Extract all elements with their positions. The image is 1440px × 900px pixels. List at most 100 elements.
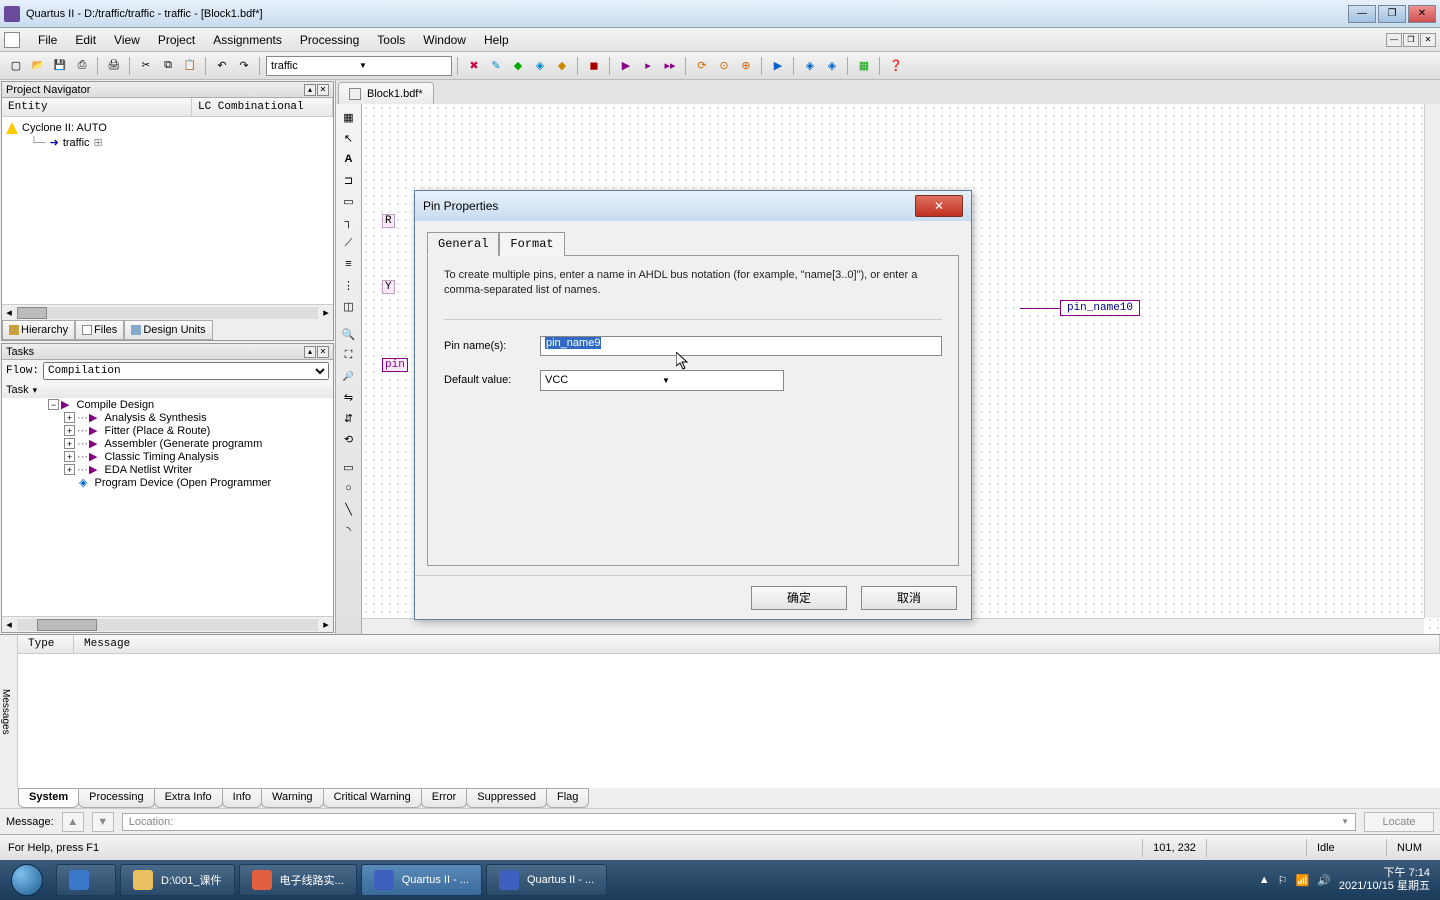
project-combo[interactable]: traffic ▼ [266,56,452,76]
tb-icon-11[interactable]: ▶ [768,56,788,76]
save-all-button[interactable]: ⎙ [72,56,92,76]
mtab-error[interactable]: Error [421,788,467,808]
open-button[interactable] [28,56,48,76]
vt-symbol-icon[interactable]: ⊐ [339,171,359,189]
tb-icon-13[interactable]: ◈ [822,56,842,76]
start-button[interactable] [0,860,54,900]
pin-r[interactable]: R [382,214,395,228]
tab-design-units[interactable]: Design Units [124,320,212,340]
col-message[interactable]: Message [74,635,1440,653]
task-header[interactable]: Task ▾ [2,382,333,398]
flow-select[interactable]: Compilation [43,362,329,380]
tb-icon-4[interactable]: ◈ [530,56,550,76]
tab-files[interactable]: Files [75,320,124,340]
dialog-close-button[interactable]: ✕ [915,195,963,217]
tray-volume-icon[interactable]: 🔊 [1317,874,1331,887]
maximize-button[interactable]: ❐ [1378,5,1406,23]
vt-diag-icon[interactable]: ⟋ [339,234,359,252]
vt-line-icon[interactable]: ╲ [339,500,359,518]
vt-fit-icon[interactable]: ⛶ [339,346,359,364]
tab-block1[interactable]: Block1.bdf* [338,82,434,104]
tb-icon-12[interactable]: ◈ [800,56,820,76]
new-button[interactable] [6,56,26,76]
paste-button[interactable] [180,56,200,76]
panel-close-icon[interactable]: ✕ [317,84,329,96]
compile-button[interactable]: ▶ [616,56,636,76]
tb-icon-1[interactable]: ✖ [464,56,484,76]
taskbar-item-explorer[interactable] [56,864,116,896]
canvas-vscroll[interactable] [1424,104,1440,618]
tb-icon-14[interactable]: ▦ [854,56,874,76]
vt-find-icon[interactable]: 🔎 [339,367,359,385]
vt-bus-icon[interactable]: ≡ [339,255,359,273]
tb-icon-6[interactable]: ▸ [638,56,658,76]
cancel-button[interactable]: 取消 [861,586,957,610]
vt-rect-icon[interactable]: ▭ [339,192,359,210]
vt-ortho-icon[interactable]: ┐ [339,213,359,231]
vt-zoom-icon[interactable]: 🔍 [339,325,359,343]
vt-flip-h-icon[interactable]: ⇋ [339,388,359,406]
vt-conduit-icon[interactable]: ⋮ [339,276,359,294]
tasks-hscroll[interactable]: ◂ ▸ [2,616,333,632]
menu-tools[interactable]: Tools [369,30,413,50]
msg-next-button[interactable]: ▼ [92,812,114,832]
taskbar-item-folder[interactable]: D:\001_课件 [120,864,235,896]
col-lc[interactable]: LC Combinational [192,98,333,116]
task-tree[interactable]: −▶ Compile Design +⋯▶ Analysis & Synthes… [2,398,333,616]
mtab-system[interactable]: System [18,788,79,808]
tab-hierarchy[interactable]: Hierarchy [2,320,75,340]
tb-icon-8[interactable]: ⟳ [692,56,712,76]
mtab-critical[interactable]: Critical Warning [323,788,422,808]
mdi-restore[interactable]: ❐ [1403,33,1419,47]
tray-network-icon[interactable]: 📶 [1295,874,1309,887]
mtab-info[interactable]: Info [222,788,262,808]
vt-oval-icon[interactable]: ○ [339,479,359,497]
tb-icon-10[interactable]: ⊕ [736,56,756,76]
pin-name-input[interactable]: pin_name9 [540,336,942,356]
pin-y[interactable]: Y [382,280,395,294]
mtab-extra[interactable]: Extra Info [154,788,223,808]
menu-assignments[interactable]: Assignments [205,30,290,50]
nav-tree[interactable]: Cyclone II: AUTO └─ ➜ traffic ⊞ [2,117,333,304]
dialog-tab-format[interactable]: Format [499,232,564,256]
menu-edit[interactable]: Edit [67,30,104,50]
tray-clock[interactable]: 下午 7:14 2021/10/15 星期五 [1339,867,1430,893]
help-button[interactable]: ❓ [886,56,906,76]
mtab-warning[interactable]: Warning [261,788,324,808]
tray-flag-icon[interactable]: ⚐ [1278,874,1288,887]
tb-stop[interactable]: ◼ [584,56,604,76]
minimize-button[interactable]: — [1348,5,1376,23]
panel-pin-icon[interactable]: ▴ [304,84,316,96]
vt-rubber-icon[interactable]: ◫ [339,297,359,315]
mtab-suppressed[interactable]: Suppressed [466,788,547,808]
print-button[interactable] [104,56,124,76]
menu-view[interactable]: View [106,30,148,50]
tb-icon-3[interactable]: ◆ [508,56,528,76]
menu-file[interactable]: File [30,30,65,50]
tb-icon-7[interactable]: ▸▸ [660,56,680,76]
dialog-titlebar[interactable]: Pin Properties ✕ [415,191,971,221]
mtab-flag[interactable]: Flag [546,788,589,808]
taskbar-item-quartus-1[interactable]: Quartus II - ... [361,864,482,896]
close-button[interactable]: ✕ [1408,5,1436,23]
mtab-processing[interactable]: Processing [78,788,154,808]
col-entity[interactable]: Entity [2,98,192,116]
location-combo[interactable]: Location:▼ [122,813,1356,831]
msg-prev-button[interactable]: ▲ [62,812,84,832]
nav-hscroll[interactable]: ◂ ▸ [2,304,333,320]
copy-button[interactable] [158,56,178,76]
vt-rotate-icon[interactable]: ⟲ [339,430,359,448]
taskbar-item-quartus-2[interactable]: Quartus II - ... [486,864,607,896]
mdi-minimize[interactable]: — [1386,33,1402,47]
system-tray[interactable]: ▲ ⚐ 📶 🔊 下午 7:14 2021/10/15 星期五 [1249,867,1440,893]
default-value-select[interactable]: VCC ▼ [540,370,784,391]
messages-list[interactable] [18,654,1440,788]
dialog-tab-general[interactable]: General [427,232,499,256]
vt-rect2-icon[interactable]: ▭ [339,458,359,476]
vt-text-icon[interactable]: A [339,150,359,168]
vt-flip-v-icon[interactable]: ⇵ [339,409,359,427]
tasks-close-icon[interactable]: ✕ [317,346,329,358]
vt-arc-icon[interactable]: ◝ [339,521,359,539]
undo-button[interactable] [212,56,232,76]
output-pin[interactable]: pin_name10 [1020,300,1140,316]
